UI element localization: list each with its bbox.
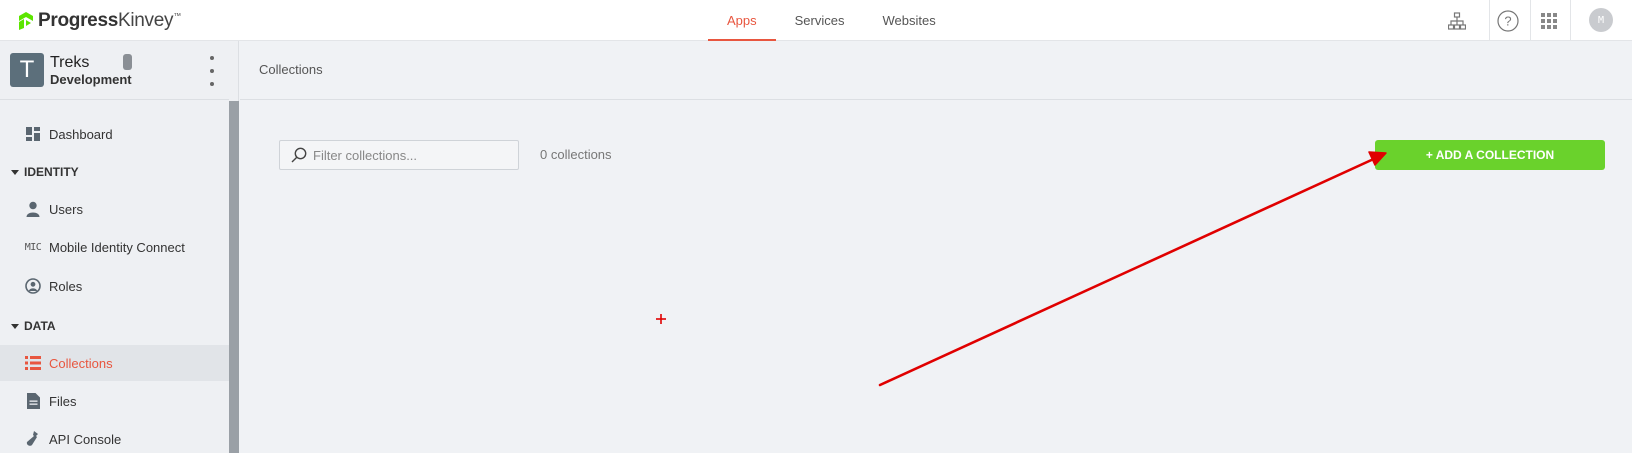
flask-icon [23,430,43,448]
top-bar: ProgressKinvey™ Apps Services Websites ?… [0,0,1632,41]
user-avatar[interactable]: M [1589,8,1613,32]
top-nav: Apps Services Websites [708,0,955,41]
sidebar-item-mobile-identity-connect[interactable]: MIC Mobile Identity Connect [0,229,229,265]
list-icon [23,354,43,372]
mic-icon: MIC [24,241,42,253]
app-name: Treks [50,54,90,71]
more-options-icon[interactable] [208,56,216,86]
dashboard-icon [23,125,43,143]
filter-collections-field[interactable] [279,140,519,170]
brand-name-light: Kinvey [117,10,174,31]
sidebar-item-roles[interactable]: Roles [0,268,229,304]
app-header[interactable]: T Treks Development [0,41,229,100]
sidebar-item-users[interactable]: Users [0,191,229,227]
file-icon [23,392,43,410]
sidebar-item-files[interactable]: Files [0,383,229,419]
sidebar-item-label: Files [49,393,77,409]
app-avatar: T [10,53,44,87]
sidebar-item-label: Mobile Identity Connect [49,239,185,255]
sidebar-item-dashboard[interactable]: Dashboard [0,116,229,152]
brand-trademark: ™ [173,11,181,21]
collections-count: 0 collections [540,147,612,162]
divider [1570,0,1571,41]
roles-icon [23,277,43,295]
app-status-badge [123,54,132,70]
sidebar-item-collections[interactable]: Collections [0,345,229,381]
sidebar-item-label: Dashboard [49,126,113,142]
sidebar-item-label: API Console [49,431,122,447]
nav-services[interactable]: Services [776,0,864,41]
sitemap-icon[interactable] [1439,0,1475,41]
sidebar-item-label: Collections [49,355,113,371]
page-title: Collections [259,62,323,77]
sidebar-item-label: Users [49,201,83,217]
filter-collections-input[interactable] [313,147,513,163]
nav-websites[interactable]: Websites [864,0,955,41]
caret-down-icon [11,323,19,329]
user-icon [23,200,43,218]
progress-logo-icon [19,12,33,30]
sidebar-section-identity[interactable]: IDENTITY [0,160,229,184]
sidebar: T Treks Development Dashboard IDENTITY U… [0,41,239,453]
sidebar-item-api-console[interactable]: API Console [0,421,229,453]
sidebar-section-data[interactable]: DATA [0,314,229,338]
nav-apps[interactable]: Apps [708,0,776,41]
breadcrumb: Collections [240,41,1632,100]
help-icon[interactable]: ? [1489,0,1525,41]
brand-name-bold: Progress [38,10,118,31]
red-arrow-annotation [878,151,1387,387]
progress-kinvey-logo[interactable]: ProgressKinvey™ [15,9,181,33]
sidebar-scrollbar[interactable] [229,101,239,453]
sidebar-section-label: IDENTITY [24,165,79,179]
app-grid-icon[interactable] [1530,0,1566,41]
search-icon [291,147,307,163]
cursor-crosshair-icon [656,314,666,324]
sidebar-item-label: Roles [49,278,83,294]
caret-down-icon [11,169,19,175]
app-environment: Development [50,72,132,87]
svg-text:?: ? [1504,13,1511,28]
sidebar-section-label: DATA [24,319,56,333]
add-collection-button[interactable]: + ADD A COLLECTION [1375,140,1605,170]
